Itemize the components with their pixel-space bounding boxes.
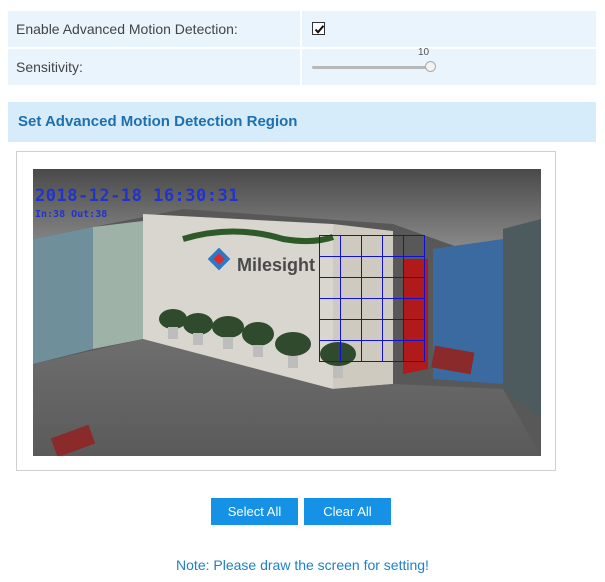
- grid-cell[interactable]: [382, 340, 404, 362]
- sensitivity-slider-track[interactable]: [312, 66, 430, 69]
- grid-cell[interactable]: [361, 235, 383, 257]
- grid-cell[interactable]: [340, 277, 362, 299]
- enable-motion-detection-checkbox[interactable]: [312, 22, 325, 35]
- grid-cell[interactable]: [382, 298, 404, 320]
- grid-cell[interactable]: [319, 256, 341, 278]
- grid-cell[interactable]: [403, 277, 425, 299]
- grid-cell[interactable]: [319, 235, 341, 257]
- sensitivity-value-cell: 10: [302, 47, 596, 85]
- grid-cell[interactable]: [340, 298, 362, 320]
- grid-cell[interactable]: [382, 235, 404, 257]
- grid-cell[interactable]: [361, 277, 383, 299]
- grid-cell[interactable]: [319, 298, 341, 320]
- grid-cell[interactable]: [403, 319, 425, 341]
- camera-scene-image: [33, 169, 541, 456]
- sensitivity-row: Sensitivity: 10: [8, 47, 596, 85]
- motion-detection-grid[interactable]: [319, 235, 429, 367]
- grid-cell[interactable]: [340, 319, 362, 341]
- grid-cell[interactable]: [361, 340, 383, 362]
- osd-timestamp: 2018-12-18 16:30:31: [35, 186, 239, 206]
- grid-cell[interactable]: [403, 298, 425, 320]
- enable-motion-detection-label: Enable Advanced Motion Detection:: [8, 11, 300, 47]
- grid-cell[interactable]: [340, 256, 362, 278]
- grid-cell[interactable]: [382, 256, 404, 278]
- grid-cell[interactable]: [361, 256, 383, 278]
- checkmark-icon: [314, 25, 325, 34]
- grid-cell[interactable]: [319, 319, 341, 341]
- enable-motion-detection-row: Enable Advanced Motion Detection:: [8, 11, 596, 47]
- grid-cell[interactable]: [403, 256, 425, 278]
- sensitivity-slider-thumb[interactable]: [425, 61, 436, 72]
- grid-cell[interactable]: [340, 235, 362, 257]
- detection-region-header: Set Advanced Motion Detection Region: [8, 102, 596, 142]
- grid-cell[interactable]: [361, 319, 383, 341]
- video-frame: 2018-12-18 16:30:31 In:38 Out:38 Milesig…: [16, 151, 556, 471]
- logo-text: Milesight: [237, 255, 316, 275]
- grid-cell[interactable]: [403, 235, 425, 257]
- grid-cell[interactable]: [319, 340, 341, 362]
- grid-cell[interactable]: [319, 277, 341, 299]
- grid-cell[interactable]: [340, 340, 362, 362]
- select-all-button[interactable]: Select All: [211, 498, 298, 525]
- sensitivity-label: Sensitivity:: [8, 49, 300, 85]
- drawing-note: Note: Please draw the screen for setting…: [176, 557, 429, 573]
- clear-all-button[interactable]: Clear All: [304, 498, 391, 525]
- camera-preview[interactable]: 2018-12-18 16:30:31 In:38 Out:38 Milesig…: [33, 169, 541, 456]
- grid-cell[interactable]: [403, 340, 425, 362]
- grid-cell[interactable]: [382, 319, 404, 341]
- osd-people-count: In:38 Out:38: [35, 209, 108, 220]
- grid-cell[interactable]: [382, 277, 404, 299]
- grid-cell[interactable]: [361, 298, 383, 320]
- enable-motion-detection-value-cell: [302, 11, 596, 47]
- sensitivity-value: 10: [418, 47, 430, 58]
